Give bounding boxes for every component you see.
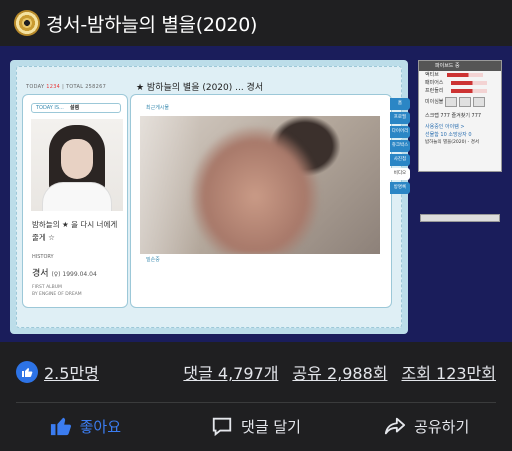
- scrap-row: 스크랩 777 즐겨찾기 777: [425, 113, 482, 119]
- album-info: FIRST ALBUM BY ENGINE OF DREAM: [32, 284, 82, 298]
- photo-caption: 밀손중: [146, 257, 160, 263]
- tab-photos[interactable]: 사진첩: [390, 154, 410, 166]
- like-button[interactable]: 좋아요: [0, 404, 171, 448]
- symbol-row: 미이심볼: [419, 95, 501, 109]
- album-line: BY ENGINE OF DREAM: [32, 292, 82, 297]
- history-label[interactable]: HISTORY: [32, 254, 54, 260]
- video-frame-photo: [140, 116, 380, 254]
- post-title: 경서-밤하늘의 별을(2020): [46, 13, 258, 36]
- today-count: 1234: [46, 84, 61, 90]
- profile-photo: [31, 119, 123, 211]
- total-label: TOTAL: [65, 84, 84, 90]
- comment-count[interactable]: 댓글 4,797개: [183, 360, 278, 384]
- tab-guestbook[interactable]: 방명록: [390, 182, 410, 194]
- video-player[interactable]: TODAY 1234 | TOTAL 258267 TODAY IS... 설렘 …: [0, 46, 512, 342]
- engagement-stats: 2.5만명 댓글 4,797개 공유 2,988회 조회 123만회: [0, 342, 512, 402]
- tab-video[interactable]: 비디오: [390, 168, 410, 180]
- album-line: FIRST ALBUM: [32, 285, 62, 290]
- side-stat-row: 패미어스: [419, 79, 501, 87]
- artist-name: 경서 (♀) 1999.04.04: [32, 266, 97, 279]
- comment-bubble-icon: [212, 417, 232, 437]
- minihome-title: ★ 밤하늘의 별을 (2020) ... 경서: [136, 83, 264, 93]
- gift-link[interactable]: 선물함 10 소망상자 0: [419, 131, 501, 139]
- minihome-tabs: 홈 프로필 다이어리 쥬크박스 사진첩 비디오 방명록: [390, 98, 412, 196]
- tab-home[interactable]: 홈: [390, 98, 410, 110]
- share-count[interactable]: 공유 2,988회: [292, 360, 387, 384]
- items-link[interactable]: 사용중인 아이템 >: [419, 123, 501, 131]
- mood-value: 설렘: [69, 105, 80, 111]
- symbol-icon[interactable]: [459, 96, 472, 107]
- today-mood-bar: TODAY IS... 설렘: [31, 103, 121, 113]
- recent-posts-label: 최근게시물: [146, 105, 170, 111]
- artist-label: 경서: [32, 269, 49, 279]
- side-stat-row: 프런들리: [419, 87, 501, 95]
- side-stat-row: 액티브: [419, 71, 501, 79]
- view-count[interactable]: 조회 123만회: [401, 360, 496, 384]
- comment-button[interactable]: 댓글 달기: [171, 404, 342, 448]
- side-header: 파이브드 중: [419, 61, 501, 71]
- symbol-icon[interactable]: [445, 96, 458, 107]
- share-arrow-icon: [384, 417, 406, 435]
- comment-label: 댓글 달기: [241, 417, 301, 436]
- gold-disc-icon: [14, 10, 40, 36]
- divider: [16, 402, 496, 403]
- post-header: 경서-밤하늘의 별을(2020): [0, 0, 512, 46]
- stat-label: 프런들리: [425, 88, 444, 94]
- like-count[interactable]: 2.5만명: [44, 360, 99, 384]
- total-count: 258267: [85, 84, 107, 90]
- stat-label: 액티브: [425, 72, 439, 78]
- stat-label: 패미어스: [425, 80, 444, 86]
- symbol-icon[interactable]: [473, 96, 486, 107]
- today-label: TODAY: [26, 84, 45, 90]
- side-panel: 파이브드 중 액티브 패미어스 프런들리 미이심볼 스크랩 777 즐겨찾기 7…: [418, 60, 502, 172]
- tab-diary[interactable]: 다이어리: [390, 126, 410, 138]
- music-player-controls[interactable]: [420, 214, 500, 222]
- symbol-label: 미이심볼: [425, 99, 444, 105]
- now-playing: 밤하늘의 별을(2020) - 경서: [425, 140, 479, 145]
- stat-links: 댓글 4,797개 공유 2,988회 조회 123만회: [183, 360, 496, 384]
- visitor-counter: TODAY 1234 | TOTAL 258267: [26, 84, 107, 90]
- tab-profile[interactable]: 프로필: [390, 112, 410, 124]
- today-is-label: TODAY IS...: [36, 105, 64, 111]
- thumbs-up-icon: [50, 417, 71, 436]
- post-view: 경서-밤하늘의 별을(2020) TODAY 1234 | TOTAL 2582…: [0, 0, 512, 451]
- like-badge-icon: [16, 361, 38, 383]
- share-button[interactable]: 공유하기: [341, 404, 512, 448]
- action-bar: 좋아요 댓글 달기 공유하기: [0, 404, 512, 448]
- share-label: 공유하기: [414, 417, 470, 436]
- profile-bio: 밤하늘의 ★ 을 다시 너에게 줄게 ☆: [32, 220, 118, 242]
- tab-jukebox[interactable]: 쥬크박스: [390, 140, 410, 152]
- artist-birth: (♀) 1999.04.04: [51, 271, 97, 278]
- like-label: 좋아요: [79, 417, 122, 436]
